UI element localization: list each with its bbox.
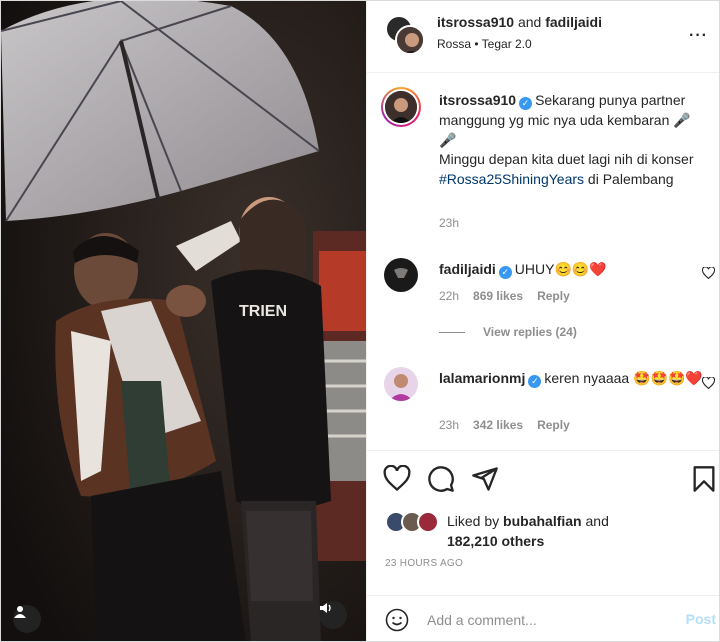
avatar-image bbox=[384, 258, 418, 292]
comment-text-1: fadiljaidi ✓ UHUY😊😊❤️ bbox=[439, 259, 707, 279]
caption-avatar[interactable] bbox=[381, 87, 421, 127]
comment-time-1: 22h bbox=[439, 289, 460, 303]
post-media[interactable]: TRIEN bbox=[1, 1, 366, 641]
reply-button-1[interactable]: Reply bbox=[537, 289, 570, 303]
hashtag-link[interactable]: #Rossa25ShiningYears bbox=[439, 171, 584, 187]
share-button[interactable] bbox=[471, 465, 499, 493]
avatar-image bbox=[385, 91, 417, 123]
comment-meta-2: 23h 342 likes Reply bbox=[439, 418, 570, 432]
svg-text:TRIEN: TRIEN bbox=[239, 303, 287, 320]
comment-input[interactable] bbox=[427, 606, 667, 634]
user-tag-button[interactable] bbox=[13, 605, 41, 633]
post-panel: itsrossa910 and fadiljaidi Rossa • Tegar… bbox=[366, 1, 719, 641]
comment-button[interactable] bbox=[427, 465, 455, 493]
caption-line2-pre: Minggu depan kita duet lagi nih di konse… bbox=[439, 151, 694, 167]
comment-time-2: 23h bbox=[439, 418, 460, 432]
comment-meta-1: 22h 869 likes Reply bbox=[439, 289, 570, 303]
verified-icon: ✓ bbox=[498, 266, 512, 279]
comment-avatar-fadiljaidi[interactable] bbox=[384, 258, 418, 292]
post-dialog: TRIEN itsrossa910 and fadiljaidi Rossa •… bbox=[0, 0, 720, 642]
like-button[interactable] bbox=[383, 464, 411, 493]
comment-avatar-lalamarionmj[interactable] bbox=[384, 367, 418, 401]
comment-likes-2[interactable]: 342 likes bbox=[473, 418, 523, 432]
comment-bar: Post bbox=[367, 595, 719, 641]
divider-line bbox=[439, 331, 465, 333]
action-bar bbox=[367, 450, 719, 510]
post-timestamp[interactable]: 23 HOURS AGO bbox=[385, 558, 463, 569]
comment-username-2[interactable]: lalamarionmj bbox=[439, 370, 525, 386]
liker-avatars[interactable] bbox=[385, 511, 445, 535]
view-replies-button[interactable]: View replies (24) bbox=[439, 325, 577, 339]
post-photo: TRIEN bbox=[1, 1, 366, 641]
reply-button-2[interactable]: Reply bbox=[537, 418, 570, 432]
user-icon bbox=[14, 606, 26, 618]
verified-icon: ✓ bbox=[519, 97, 533, 110]
mute-button[interactable] bbox=[319, 601, 347, 629]
audio-label[interactable]: Rossa • Tegar 2.0 bbox=[437, 37, 532, 51]
caption-text-2: Minggu depan kita duet lagi nih di konse… bbox=[439, 149, 707, 189]
liked-by-prefix: Liked by bbox=[447, 513, 504, 529]
avatar-image bbox=[384, 367, 418, 401]
liked-by-and: and bbox=[581, 513, 609, 529]
bookmark-icon bbox=[693, 466, 715, 492]
comment-username-1[interactable]: fadiljaidi bbox=[439, 261, 496, 277]
more-horizontal-icon: ··· bbox=[689, 27, 708, 44]
comment-body-2: keren nyaaaa 🤩🤩🤩❤️ bbox=[544, 370, 703, 386]
caption-text: itsrossa910 ✓ Sekarang punya partner mangg… bbox=[439, 90, 707, 150]
likes-count[interactable]: 182,210 others bbox=[447, 533, 544, 549]
liked-by-text: Liked by bubahalfian and 182,210 others bbox=[447, 511, 647, 551]
comment-text-2: lalamarionmj ✓ keren nyaaaa 🤩🤩🤩❤️ bbox=[439, 368, 707, 388]
post-button[interactable]: Post bbox=[686, 611, 716, 627]
header-usernames: itsrossa910 and fadiljaidi bbox=[437, 14, 602, 30]
caption-line2-post: di Palembang bbox=[584, 171, 674, 187]
collab-avatars[interactable] bbox=[385, 15, 425, 55]
comment-icon bbox=[428, 466, 454, 492]
heart-icon bbox=[701, 266, 716, 280]
emoji-button[interactable] bbox=[385, 608, 409, 632]
header-user2[interactable]: fadiljaidi bbox=[545, 14, 602, 30]
heart-icon bbox=[701, 376, 716, 390]
send-icon bbox=[472, 467, 498, 491]
avatar bbox=[385, 91, 417, 123]
heart-icon bbox=[383, 464, 411, 492]
comment-like-button-1[interactable] bbox=[701, 266, 716, 282]
avatar-border bbox=[383, 89, 419, 125]
smiley-icon bbox=[385, 608, 409, 632]
header-user1[interactable]: itsrossa910 bbox=[437, 14, 514, 30]
more-options-button[interactable]: ··· bbox=[689, 27, 708, 45]
liked-by-user[interactable]: bubahalfian bbox=[503, 513, 582, 529]
avatar bbox=[395, 25, 425, 55]
view-replies-label: View replies (24) bbox=[483, 325, 577, 339]
comment-likes-1[interactable]: 869 likes bbox=[473, 289, 523, 303]
header-and: and bbox=[517, 14, 542, 30]
caption-username[interactable]: itsrossa910 bbox=[439, 92, 516, 108]
save-button[interactable] bbox=[691, 465, 719, 493]
post-header: itsrossa910 and fadiljaidi Rossa • Tegar… bbox=[367, 1, 719, 73]
avatar-image bbox=[397, 27, 423, 53]
speaker-icon bbox=[320, 603, 331, 613]
avatar bbox=[417, 511, 439, 533]
comment-body-1: UHUY😊😊❤️ bbox=[514, 261, 607, 277]
caption-time: 23h bbox=[439, 216, 460, 230]
verified-icon: ✓ bbox=[528, 375, 542, 388]
comment-like-button-2[interactable] bbox=[701, 376, 716, 392]
